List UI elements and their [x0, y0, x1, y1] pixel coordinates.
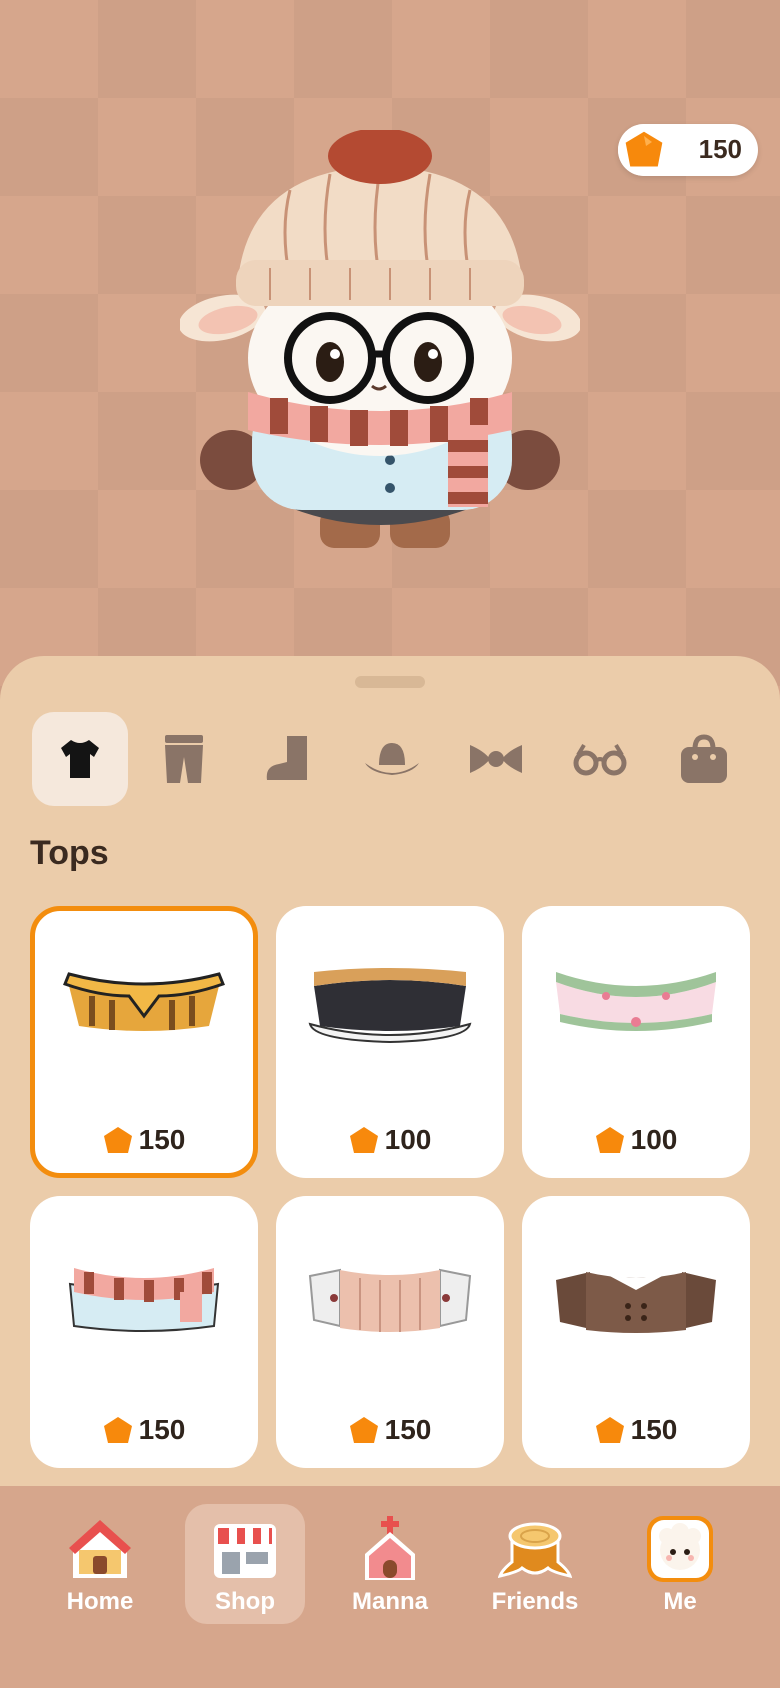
item-price: 150 — [35, 1124, 253, 1156]
nav-me[interactable]: Me — [620, 1504, 740, 1624]
tab-bows[interactable] — [448, 712, 544, 806]
hat-icon — [365, 743, 419, 775]
item-card[interactable]: 150 — [30, 1196, 258, 1468]
gem-icon — [349, 1417, 378, 1443]
wardrobe-panel: Tops 150 100 100 150 150 150 — [0, 656, 780, 1486]
nav-manna[interactable]: Manna — [330, 1504, 450, 1624]
gem-icon — [103, 1417, 132, 1443]
category-tabs — [32, 712, 752, 806]
item-thumbnail — [522, 966, 750, 1076]
tab-hats[interactable] — [344, 712, 440, 806]
gem-icon — [595, 1127, 624, 1153]
item-card[interactable]: 100 — [276, 906, 504, 1178]
gem-icon — [595, 1417, 624, 1443]
gem-icon — [349, 1127, 378, 1153]
gem-icon — [103, 1127, 132, 1153]
nav-home[interactable]: Home — [40, 1504, 160, 1624]
tab-bags[interactable] — [656, 712, 752, 806]
panel-drag-handle[interactable] — [355, 676, 425, 688]
home-icon — [69, 1520, 131, 1578]
currency-balance: 150 — [618, 124, 758, 176]
tab-shoes[interactable] — [240, 712, 336, 806]
bowtie-icon — [470, 745, 522, 773]
item-price: 150 — [276, 1414, 504, 1446]
item-thumbnail — [276, 966, 504, 1076]
section-title: Tops — [30, 834, 109, 872]
item-price: 100 — [276, 1124, 504, 1156]
boot-icon — [266, 736, 307, 780]
church-icon — [365, 1516, 415, 1580]
item-card[interactable]: 150 — [276, 1196, 504, 1468]
tshirt-icon — [61, 740, 99, 778]
item-thumbnail — [522, 1256, 750, 1366]
gem-icon — [618, 124, 670, 176]
sheep-avatar-icon — [647, 1516, 713, 1582]
item-thumbnail — [35, 966, 253, 1076]
item-card[interactable]: 150 — [522, 1196, 750, 1468]
glasses-icon — [573, 743, 627, 776]
bag-icon — [681, 734, 727, 783]
item-card-selected[interactable]: 150 — [30, 906, 258, 1178]
item-price: 150 — [30, 1414, 258, 1446]
tab-glasses[interactable] — [552, 712, 648, 806]
stump-icon — [498, 1522, 572, 1578]
balance-amount: 150 — [698, 134, 742, 164]
item-thumbnail — [30, 1256, 258, 1366]
bottom-nav: Home Shop Manna Friends Me — [0, 1486, 780, 1688]
sheep-character — [180, 130, 580, 548]
item-card[interactable]: 100 — [522, 906, 750, 1178]
item-price: 100 — [522, 1124, 750, 1156]
nav-friends[interactable]: Friends — [475, 1504, 595, 1624]
tab-bottoms[interactable] — [136, 712, 232, 806]
character-stage: 150 — [0, 0, 780, 700]
tab-tops[interactable] — [32, 712, 128, 806]
pants-icon — [165, 735, 203, 783]
nav-shop[interactable]: Shop — [185, 1504, 305, 1624]
item-thumbnail — [276, 1256, 504, 1366]
shop-icon — [214, 1524, 276, 1578]
item-price: 150 — [522, 1414, 750, 1446]
